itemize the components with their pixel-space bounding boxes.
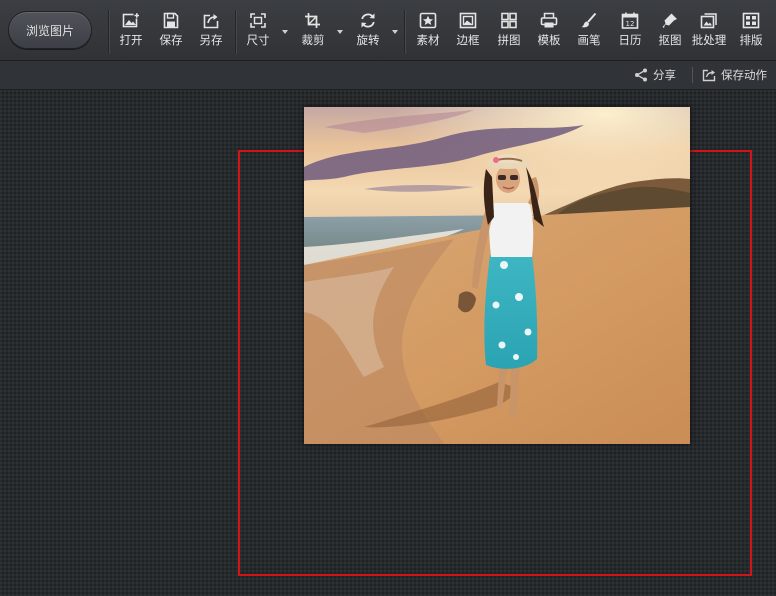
rotate-label: 旋转 (356, 33, 380, 47)
save-action-button[interactable]: 保存动作 (702, 67, 767, 83)
brush-label: 画笔 (577, 33, 601, 47)
batch-button[interactable]: 批处理 (690, 12, 728, 56)
secondary-toolbar: 分享 保存动作 (0, 61, 776, 90)
frame-icon (459, 12, 477, 29)
open-label: 打开 (119, 33, 143, 47)
crop-label: 裁剪 (301, 33, 325, 47)
size-button[interactable]: 尺寸 (239, 12, 277, 56)
calendar-button[interactable]: 12 日历 (611, 12, 649, 56)
collage-button[interactable]: 拼图 (490, 12, 528, 56)
save-as-label: 另存 (199, 33, 223, 47)
share-button[interactable]: 分享 (634, 67, 676, 83)
layout-label: 排版 (739, 33, 763, 47)
cutout-button[interactable]: 抠图 (651, 12, 689, 56)
save-label: 保存 (159, 33, 183, 47)
rotate-dropdown-caret[interactable] (392, 30, 398, 34)
brush-button[interactable]: 画笔 (570, 12, 608, 56)
layout-icon (742, 12, 760, 29)
template-label: 模板 (537, 33, 561, 47)
resize-icon (250, 13, 266, 28)
browse-images-button[interactable]: 浏览图片 (8, 11, 92, 49)
size-dropdown-caret[interactable] (282, 30, 288, 34)
beach-photo-image (304, 107, 690, 444)
crop-dropdown-caret[interactable] (337, 30, 343, 34)
share-icon (635, 68, 647, 82)
main-toolbar: 浏览图片 打开 保存 另存 尺寸 裁剪 旋转 素材 边框 拼图 模板 画笔 12… (0, 0, 776, 61)
material-label: 素材 (416, 33, 440, 47)
toolbar-separator (235, 10, 236, 54)
save-action-label: 保存动作 (721, 68, 767, 82)
save-button[interactable]: 保存 (152, 12, 190, 56)
crop-button[interactable]: 裁剪 (294, 12, 332, 56)
toolbar-separator (404, 10, 405, 54)
collage-label: 拼图 (497, 33, 521, 47)
toolbar-separator (108, 10, 109, 54)
batch-process-icon (700, 13, 717, 29)
rotate-icon (361, 13, 375, 28)
subbar-separator (692, 67, 693, 83)
collage-grid-icon (501, 12, 517, 29)
open-image-icon (122, 12, 140, 28)
calendar-icon: 12 (621, 12, 639, 29)
batch-label: 批处理 (691, 33, 727, 47)
brush-icon (581, 12, 597, 28)
beach-photo[interactable] (304, 107, 690, 444)
pen-cutout-icon (662, 13, 677, 28)
star-stamp-icon (419, 12, 437, 29)
calendar-label: 日历 (618, 33, 642, 47)
save-action-icon (702, 69, 716, 82)
material-button[interactable]: 素材 (409, 12, 447, 56)
svg-text:12: 12 (626, 20, 635, 28)
border-label: 边框 (456, 33, 480, 47)
template-button[interactable]: 模板 (530, 12, 568, 56)
share-label: 分享 (653, 68, 676, 82)
crop-icon (305, 13, 320, 28)
size-label: 尺寸 (246, 33, 270, 47)
layout-button[interactable]: 排版 (732, 12, 770, 56)
save-as-button[interactable]: 另存 (192, 12, 230, 56)
template-icon (540, 12, 558, 28)
save-icon (163, 12, 179, 29)
cutout-label: 抠图 (658, 33, 682, 47)
rotate-button[interactable]: 旋转 (349, 12, 387, 56)
save-as-icon (203, 14, 219, 29)
border-button[interactable]: 边框 (449, 12, 487, 56)
open-button[interactable]: 打开 (112, 12, 150, 56)
